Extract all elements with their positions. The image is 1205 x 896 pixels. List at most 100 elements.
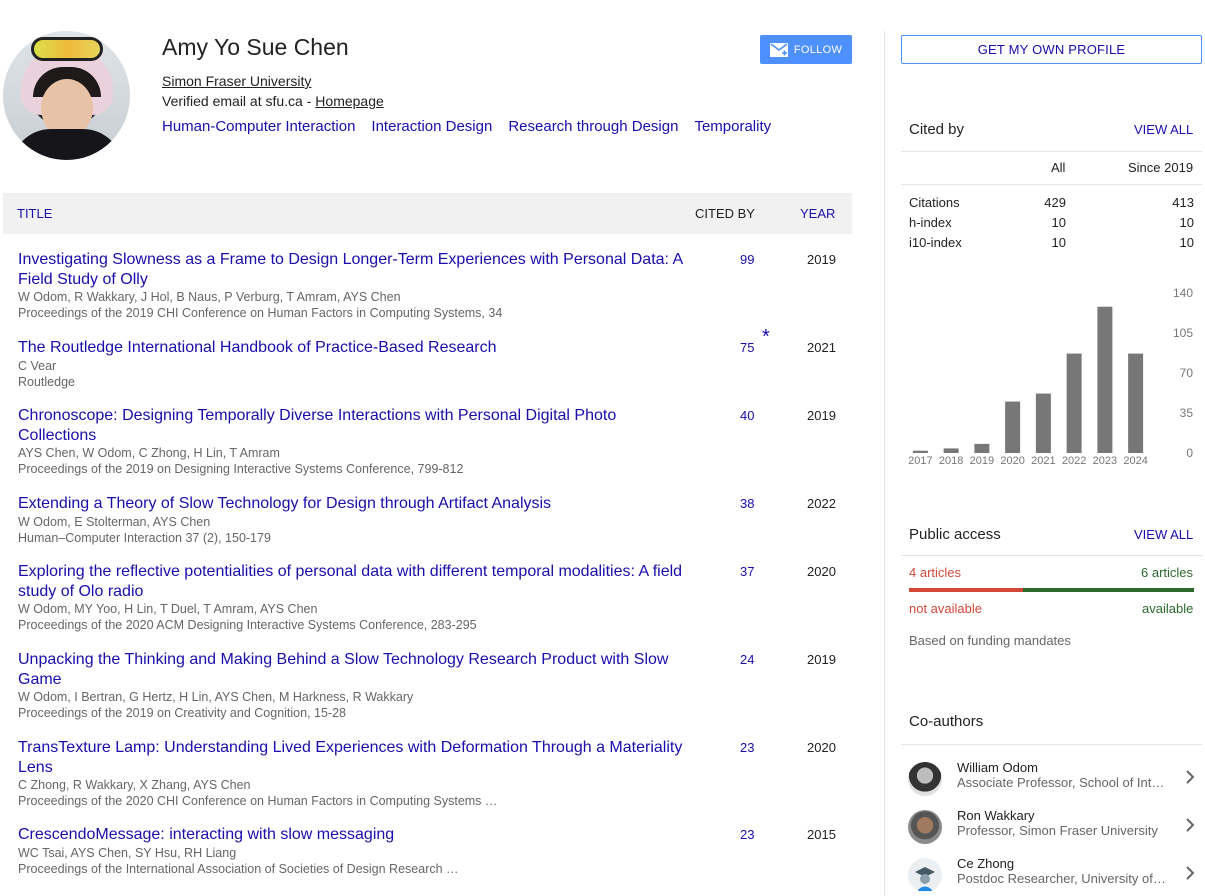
divider (901, 184, 1202, 185)
cited-by-view-all-link[interactable]: VIEW ALL (1134, 122, 1193, 137)
article-title-link[interactable]: The Routledge International Handbook of … (18, 338, 688, 358)
coauthor-avatar (908, 810, 942, 844)
x-tick-label: 2023 (1093, 455, 1117, 467)
cited-count-link[interactable]: 23 (740, 740, 754, 755)
article-authors: C Vear (18, 358, 57, 373)
cited-count-link[interactable]: 40 (740, 408, 754, 423)
chart-bar-2021[interactable] (1035, 393, 1051, 453)
article-year: 2022 (807, 496, 836, 511)
coauthor-item[interactable]: William Odom Associate Professor, School… (905, 760, 1200, 800)
x-tick-label: 2019 (970, 455, 994, 467)
get-my-own-profile-button[interactable]: GET MY OWN PROFILE (901, 35, 1202, 64)
y-tick-label: 35 (1180, 406, 1194, 420)
chart-bar-2022[interactable] (1066, 353, 1082, 453)
article-venue: Human–Computer Interaction 37 (2), 150-1… (18, 530, 271, 545)
cited-count-link[interactable]: 99 (740, 252, 754, 267)
interest-link[interactable]: Interaction Design (371, 118, 492, 135)
articles-table-header: TITLE CITED BY YEAR (3, 193, 852, 234)
divider (901, 744, 1202, 745)
article-authors: W Odom, I Bertran, G Hertz, H Lin, AYS C… (18, 690, 414, 704)
sort-by-title[interactable]: TITLE (17, 206, 52, 221)
cited-count-link[interactable]: 38 (740, 496, 754, 511)
chart-bar-2020[interactable] (1005, 401, 1021, 453)
article-venue: Proceedings of the 2020 ACM Designing In… (18, 618, 477, 632)
coauthor-name: Ce Zhong (957, 856, 1015, 871)
x-tick-label: 2020 (1000, 455, 1024, 467)
metric-all: 10 (1051, 215, 1066, 230)
not-available-bar (909, 588, 1023, 592)
article-authors: WC Tsai, AYS Chen, SY Hsu, RH Liang (18, 845, 237, 860)
article-venue: Proceedings of the International Associa… (18, 861, 459, 876)
divider (901, 151, 1202, 152)
article-title-link[interactable]: Exploring the reflective potentialities … (18, 562, 688, 601)
chart-bar-2024[interactable] (1128, 353, 1144, 453)
article-title-link[interactable]: Extending a Theory of Slow Technology fo… (18, 494, 688, 514)
article-venue: Proceedings of the 2020 CHI Conference o… (18, 794, 498, 808)
article-authors: W Odom, R Wakkary, J Hol, B Naus, P Verb… (18, 290, 401, 304)
y-tick-label: 70 (1180, 366, 1194, 380)
article-authors: W Odom, E Stolterman, AYS Chen (18, 514, 211, 529)
coauthor-description: Professor, Simon Fraser University (957, 823, 1158, 838)
not-available-count-link[interactable]: 4 articles (909, 565, 961, 580)
chart-bar-2019[interactable] (974, 443, 990, 453)
available-count-link[interactable]: 6 articles (1141, 565, 1193, 580)
article-title-link[interactable]: TransTexture Lamp: Understanding Lived E… (18, 738, 688, 777)
table-row: The Routledge International Handbook of … (18, 326, 853, 390)
cited-count-link[interactable]: 24 (740, 652, 754, 667)
chart-bar-2018[interactable] (943, 448, 959, 453)
cited-count-link[interactable]: 75 (740, 340, 754, 355)
metric-since: 10 (1179, 215, 1194, 230)
homepage-link[interactable]: Homepage (315, 93, 384, 109)
verified-email: Verified email at sfu.ca - Homepage (162, 93, 384, 109)
affiliation-link[interactable]: Simon Fraser University (162, 73, 311, 89)
y-tick-label: 0 (1186, 446, 1193, 460)
cited-by-title: Cited by (909, 121, 965, 138)
cited-count-link[interactable]: 23 (740, 827, 754, 842)
article-authors: C Zhong, R Wakkary, X Zhang, AYS Chen (18, 778, 251, 792)
chevron-right-icon (1186, 770, 1195, 784)
coauthor-item[interactable]: Ron Wakkary Professor, Simon Fraser Univ… (905, 808, 1200, 848)
email-text: Verified email at sfu.ca - (162, 93, 316, 109)
chart-bar-2017[interactable] (912, 450, 928, 453)
article-year: 2019 (807, 652, 836, 667)
article-title-link[interactable]: CrescendoMessage: interacting with slow … (18, 825, 688, 845)
chart-bar-2023[interactable] (1097, 306, 1113, 453)
sort-by-cited[interactable]: CITED BY (695, 206, 755, 221)
public-access-title: Public access (909, 526, 1001, 543)
coauthor-avatar (908, 858, 942, 892)
article-title-link[interactable]: Unpacking the Thinking and Making Behind… (18, 650, 688, 689)
interest-link[interactable]: Research through Design (508, 118, 678, 135)
article-title-link[interactable]: Chronoscope: Designing Temporally Divers… (18, 406, 688, 445)
interest-link[interactable]: Temporality (694, 118, 771, 135)
sort-by-year[interactable]: YEAR (800, 206, 835, 221)
available-label: available (1142, 601, 1194, 616)
article-year: 2020 (807, 740, 836, 755)
metric-label: Citations (909, 195, 960, 210)
table-row: CrescendoMessage: interacting with slow … (18, 825, 853, 877)
chevron-right-icon (1186, 866, 1195, 880)
coauthor-description: Postdoc Researcher, University of Washin… (957, 871, 1167, 886)
article-title-link[interactable]: Investigating Slowness as a Frame to Des… (18, 250, 688, 289)
x-tick-label: 2018 (939, 455, 963, 467)
available-bar (1023, 588, 1194, 592)
metric-label: h-index (909, 215, 952, 230)
public-access-view-all-link[interactable]: VIEW ALL (1134, 527, 1193, 542)
metric-since: 10 (1179, 235, 1194, 250)
coauthor-item[interactable]: Ce Zhong Postdoc Researcher, University … (905, 856, 1200, 896)
divider (901, 555, 1202, 556)
coauthor-name: William Odom (957, 760, 1038, 775)
follow-label: FOLLOW (793, 43, 843, 56)
interest-link[interactable]: Human-Computer Interaction (162, 118, 355, 135)
article-venue: Proceedings of the 2019 CHI Conference o… (18, 306, 503, 320)
profile-name: Amy Yo Sue Chen (162, 34, 349, 60)
profile-photo (3, 31, 130, 160)
follow-button[interactable]: FOLLOW (760, 35, 852, 64)
table-row: Investigating Slowness as a Frame to Des… (18, 250, 853, 321)
article-year: 2019 (807, 252, 836, 267)
column-divider (884, 31, 885, 896)
col-all-header: All (1051, 160, 1066, 175)
metric-all: 10 (1051, 235, 1066, 250)
y-tick-label: 105 (1173, 326, 1193, 340)
merged-citations-star[interactable]: * (762, 326, 770, 349)
cited-count-link[interactable]: 37 (740, 564, 754, 579)
